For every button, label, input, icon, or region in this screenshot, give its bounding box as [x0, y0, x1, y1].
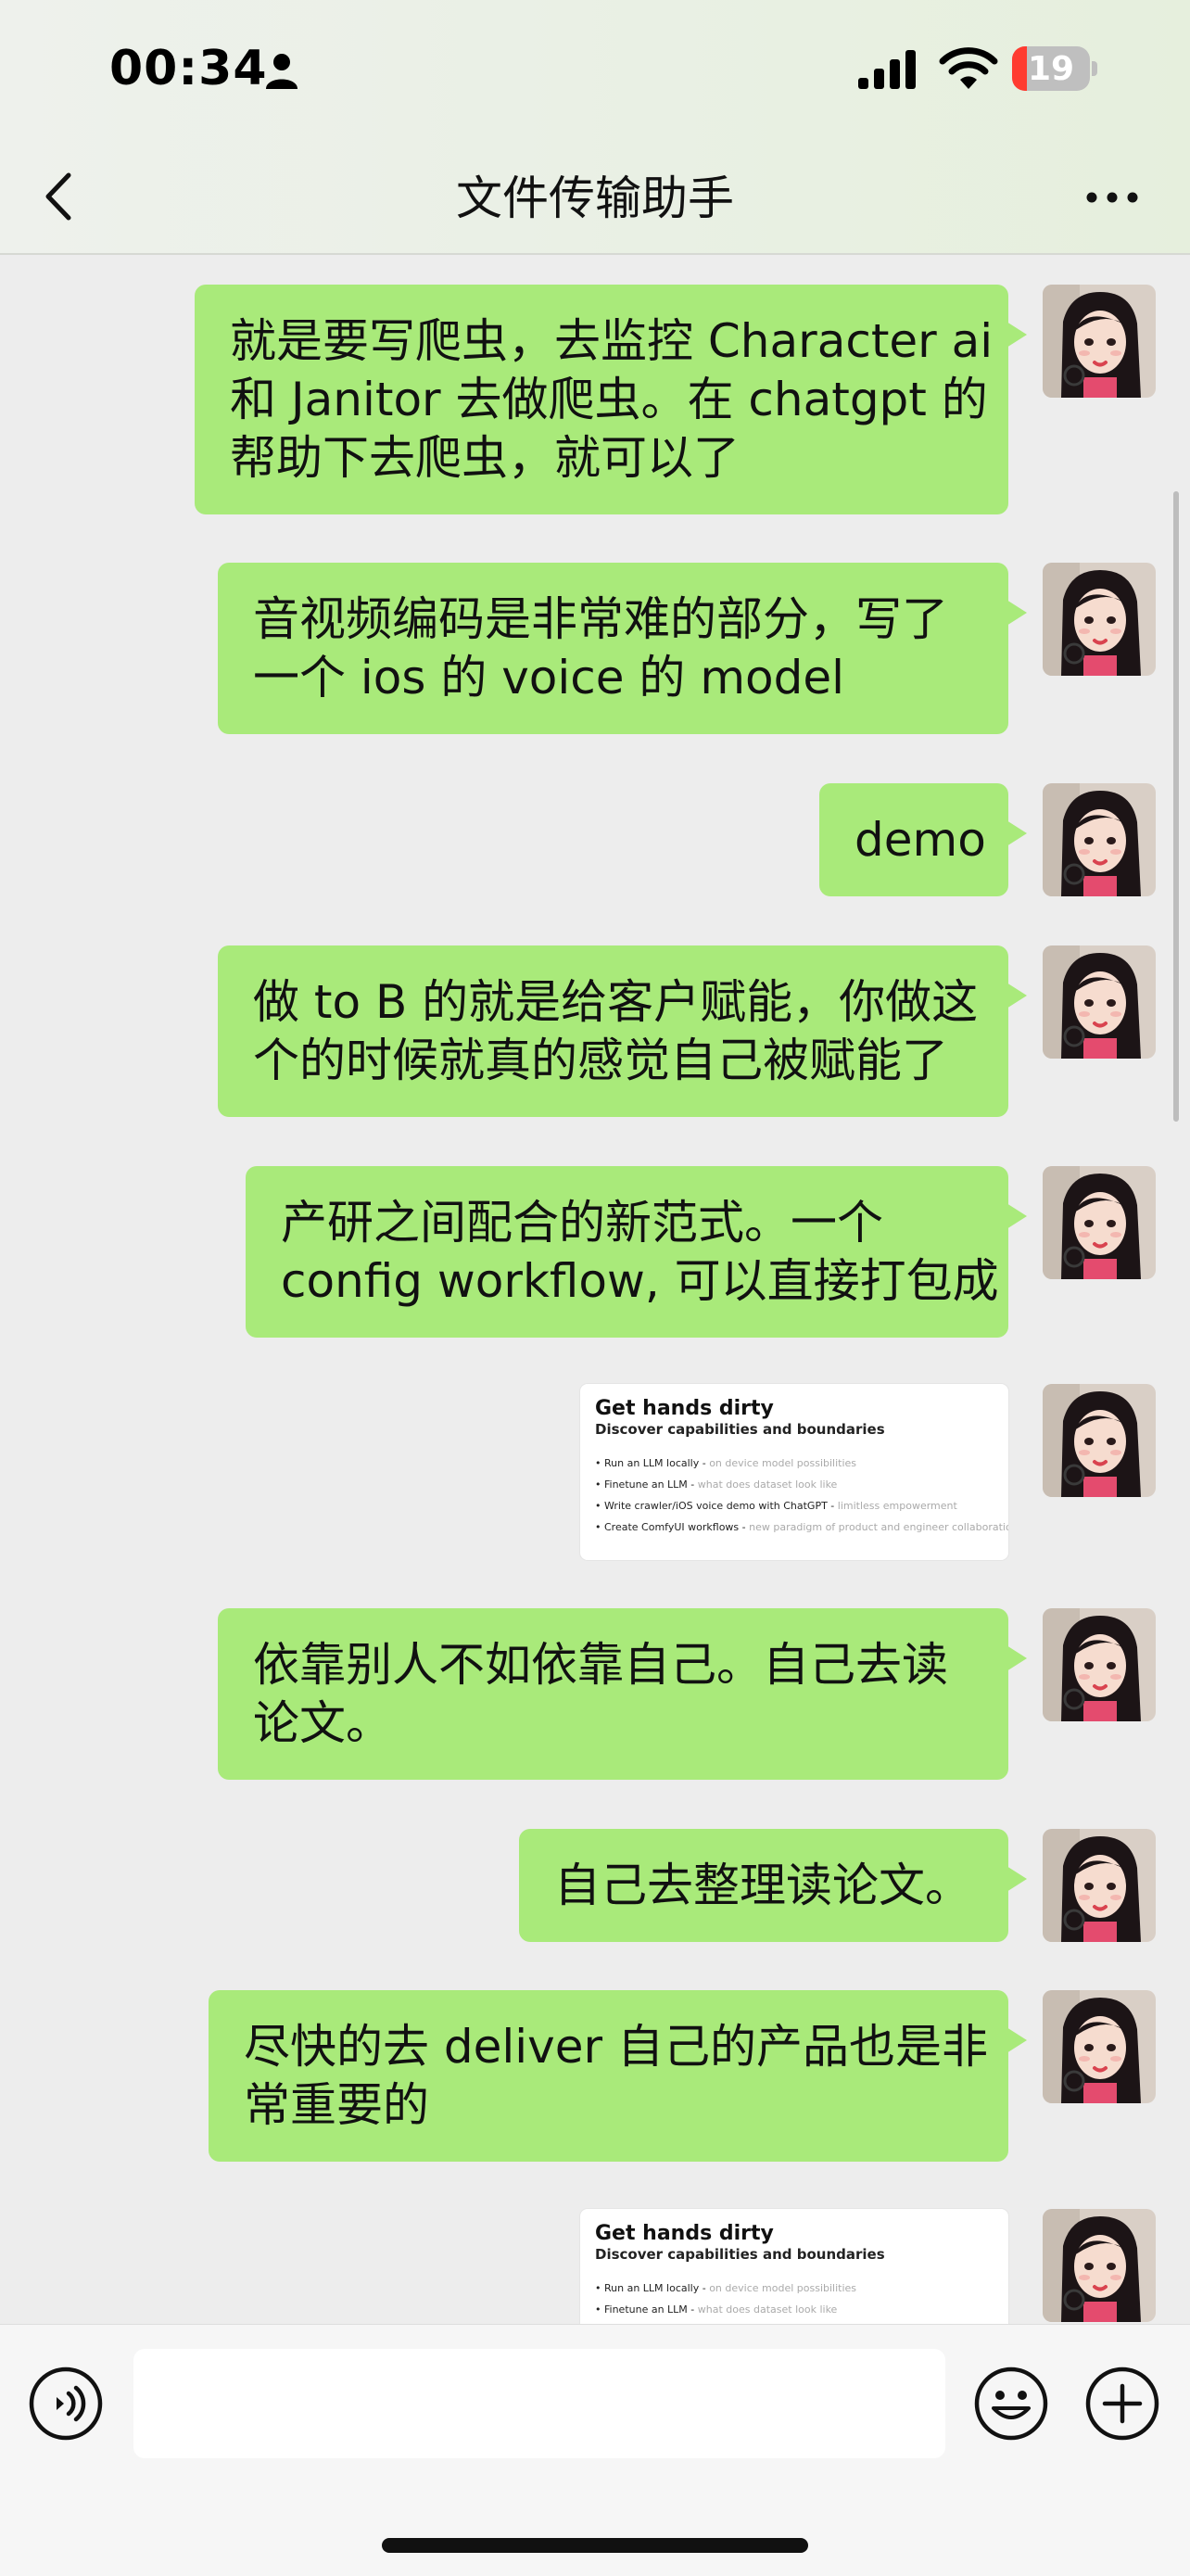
message-text-line: 一个 ios 的 voice 的 model: [253, 651, 845, 704]
message-bubble[interactable]: 自己去整理读论文。: [519, 1829, 1027, 1942]
status-bar: 00:34 19: [0, 0, 1190, 144]
message-bubble[interactable]: 音视频编码是非常难的部分，写了 一个 ios 的 voice 的 model: [218, 563, 1027, 734]
image-title: Get hands dirty: [595, 1397, 774, 1420]
message-text-line: 产研之间配合的新范式。一个: [281, 1196, 883, 1250]
avatar[interactable]: [1043, 285, 1156, 398]
avatar[interactable]: [1043, 1166, 1156, 1279]
more-dots-icon[interactable]: [1082, 179, 1142, 216]
image-bullet-list: • Run an LLM locally - on device model p…: [595, 1453, 1008, 1538]
image-bullet-item: • Write crawler/iOS voice demo with Chat…: [595, 1500, 957, 1512]
message-text-line: 论文。: [253, 1696, 392, 1750]
avatar[interactable]: [1043, 1384, 1156, 1497]
chevron-left-icon[interactable]: [35, 164, 82, 229]
message-bubble[interactable]: 依靠别人不如依靠自己。自己去读 论文。: [218, 1608, 1027, 1780]
message-text-line: demo: [855, 813, 986, 867]
person-icon: [266, 54, 298, 89]
voice-icon[interactable]: [28, 2366, 104, 2442]
image-bullet-item: • Finetune an LLM - what does dataset lo…: [595, 1478, 838, 1491]
image-bullet-item: • Create ComfyUI workflows - new paradig…: [595, 1521, 1008, 1533]
image-bullet-list: • Run an LLM locally - on device model p…: [595, 2278, 856, 2320]
home-indicator: [382, 2538, 808, 2553]
signal-icon: [858, 50, 916, 89]
message-bubble[interactable]: 就是要写爬虫，去监控 Character ai 和 Janitor 去做爬虫。在 …: [195, 285, 1027, 514]
status-time: 00:34: [109, 41, 268, 96]
message-text-line: 音视频编码是非常难的部分，写了: [253, 592, 948, 646]
avatar[interactable]: [1043, 945, 1156, 1059]
battery-indicator: 19: [1012, 46, 1097, 93]
image-message[interactable]: Get hands dirty Discover capabilities and…: [580, 2209, 1008, 2324]
message-input[interactable]: [133, 2349, 945, 2458]
message-bubble[interactable]: 做 to B 的就是给客户赋能，你做这 个的时候就真的感觉自己被赋能了: [218, 945, 1027, 1117]
message-bubble[interactable]: demo: [819, 783, 1027, 896]
message-bubble[interactable]: 产研之间配合的新范式。一个 config workflow, 可以直接打包成: [246, 1166, 1027, 1338]
message-text-line: 尽快的去 deliver 自己的产品也是非: [244, 2020, 988, 2074]
nav-bar: 文件传输助手: [0, 144, 1190, 255]
avatar[interactable]: [1043, 563, 1156, 676]
message-text-line: 个的时候就真的感觉自己被赋能了: [253, 1034, 948, 1087]
message-text-line: 帮助下去爬虫，就可以了: [230, 431, 740, 485]
page-title: 文件传输助手: [456, 171, 734, 225]
plus-icon[interactable]: [1084, 2366, 1160, 2442]
image-bullet-item: • Run an LLM locally - on device model p…: [595, 2282, 857, 2294]
message-text-line: 依靠别人不如依靠自己。自己去读: [253, 1638, 948, 1692]
chat-area[interactable]: 就是要写爬虫，去监控 Character ai 和 Janitor 去做爬虫。在 …: [0, 255, 1190, 2324]
message-text-line: 就是要写爬虫，去监控 Character ai: [230, 314, 994, 368]
image-subtitle: Discover capabilities and boundaries: [595, 1421, 885, 1438]
wifi-icon: [939, 47, 998, 89]
avatar[interactable]: [1043, 1829, 1156, 1942]
message-bubble[interactable]: 尽快的去 deliver 自己的产品也是非 常重要的: [209, 1990, 1027, 2162]
message-text-line: 常重要的: [244, 2078, 429, 2132]
message-text-line: 和 Janitor 去做爬虫。在 chatgpt 的: [230, 373, 988, 426]
message-text-line: config workflow, 可以直接打包成: [281, 1254, 999, 1308]
avatar[interactable]: [1043, 783, 1156, 896]
image-message[interactable]: Get hands dirty Discover capabilities and…: [580, 1384, 1008, 1560]
message-text-line: 自己去整理读论文。: [554, 1859, 971, 1912]
image-subtitle: Discover capabilities and boundaries: [595, 2246, 885, 2263]
image-bullet-item: • Finetune an LLM - what does dataset lo…: [595, 2303, 838, 2316]
image-title: Get hands dirty: [595, 2222, 774, 2245]
emoji-icon[interactable]: [973, 2366, 1049, 2442]
avatar[interactable]: [1043, 1608, 1156, 1721]
avatar[interactable]: [1043, 2209, 1156, 2322]
scrollbar[interactable]: [1173, 491, 1179, 1122]
message-text-line: 做 to B 的就是给客户赋能，你做这: [253, 975, 979, 1029]
avatar[interactable]: [1043, 1990, 1156, 2103]
image-bullet-item: • Run an LLM locally - on device model p…: [595, 1457, 857, 1469]
battery-text: 19: [1027, 50, 1075, 88]
